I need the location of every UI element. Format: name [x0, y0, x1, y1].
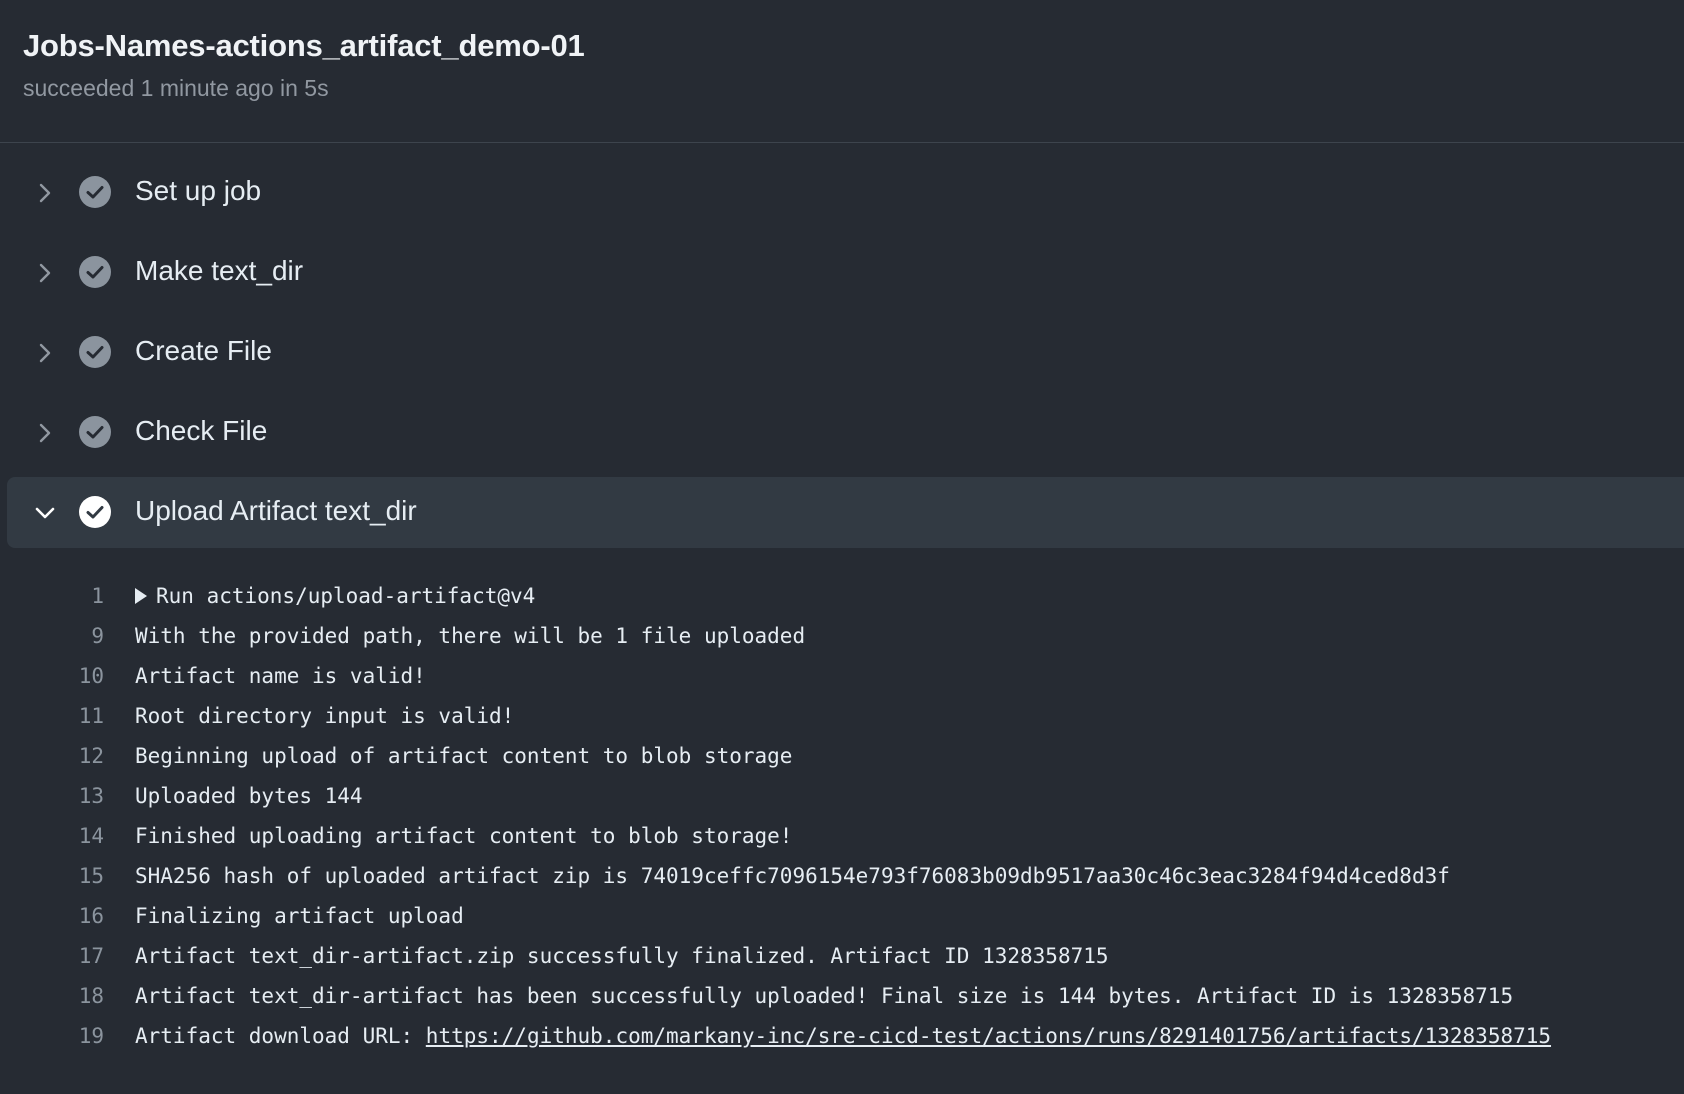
- log-text: Root directory input is valid!: [135, 704, 515, 728]
- chevron-right-icon: [39, 183, 51, 203]
- step-set-up-job[interactable]: Set up job: [7, 157, 1684, 228]
- line-number[interactable]: 11: [0, 696, 104, 736]
- log-line: 16 Finalizing artifact upload: [0, 896, 1684, 936]
- log-line: 9 With the provided path, there will be …: [0, 616, 1684, 656]
- step-create-file[interactable]: Create File: [7, 317, 1684, 388]
- log-line: 15 SHA256 hash of uploaded artifact zip …: [0, 856, 1684, 896]
- line-number[interactable]: 17: [0, 936, 104, 976]
- log-text: Run actions/upload-artifact@v4: [156, 584, 536, 608]
- step-label: Create File: [135, 335, 272, 366]
- log-line: 17 Artifact text_dir-artifact.zip succes…: [0, 936, 1684, 976]
- chevron-down-icon: [35, 507, 55, 519]
- artifact-download-link[interactable]: https://github.com/markany-inc/sre-cicd-…: [426, 1024, 1551, 1048]
- line-number[interactable]: 15: [0, 856, 104, 896]
- log-text: Artifact text_dir-artifact.zip successfu…: [135, 944, 1109, 968]
- line-number[interactable]: 13: [0, 776, 104, 816]
- step-check-file[interactable]: Check File: [7, 397, 1684, 468]
- log-text: Artifact text_dir-artifact has been succ…: [135, 984, 1514, 1008]
- log-line[interactable]: 1 Run actions/upload-artifact@v4: [0, 576, 1684, 616]
- step-label: Upload Artifact text_dir: [135, 495, 417, 526]
- triangle-right-icon: [135, 588, 147, 604]
- log-text-with-link: Artifact download URL: https://github.co…: [135, 1016, 1551, 1056]
- chevron-right-icon: [39, 423, 51, 443]
- log-text: Uploaded bytes 144: [135, 784, 363, 808]
- job-title: Jobs-Names-actions_artifact_demo-01: [23, 28, 585, 63]
- line-number[interactable]: 9: [0, 616, 104, 656]
- step-log-output: 1 Run actions/upload-artifact@v4 9 With …: [0, 576, 1684, 1056]
- line-number[interactable]: 16: [0, 896, 104, 936]
- log-text: Artifact name is valid!: [135, 664, 426, 688]
- log-text: SHA256 hash of uploaded artifact zip is …: [135, 864, 1450, 888]
- check-circle-icon: [79, 256, 111, 288]
- log-line: 18 Artifact text_dir-artifact has been s…: [0, 976, 1684, 1016]
- log-line: 12 Beginning upload of artifact content …: [0, 736, 1684, 776]
- check-circle-icon: [79, 336, 111, 368]
- line-number[interactable]: 14: [0, 816, 104, 856]
- log-line: 11 Root directory input is valid!: [0, 696, 1684, 736]
- log-text: With the provided path, there will be 1 …: [135, 624, 806, 648]
- step-upload-artifact-text-dir[interactable]: Upload Artifact text_dir: [7, 477, 1684, 548]
- log-line: 14 Finished uploading artifact content t…: [0, 816, 1684, 856]
- chevron-right-icon: [39, 343, 51, 363]
- log-text: Finished uploading artifact content to b…: [135, 824, 793, 848]
- line-number[interactable]: 10: [0, 656, 104, 696]
- check-circle-icon: [79, 176, 111, 208]
- check-circle-icon: [79, 496, 111, 528]
- check-circle-icon: [79, 416, 111, 448]
- line-number[interactable]: 12: [0, 736, 104, 776]
- line-number[interactable]: 1: [0, 576, 104, 616]
- log-line: 10 Artifact name is valid!: [0, 656, 1684, 696]
- step-label: Set up job: [135, 175, 262, 206]
- line-number[interactable]: 19: [0, 1016, 104, 1056]
- job-status-subtitle: succeeded 1 minute ago in 5s: [23, 75, 329, 101]
- log-text: Beginning upload of artifact content to …: [135, 744, 793, 768]
- job-header: Jobs-Names-actions_artifact_demo-01 succ…: [0, 0, 1684, 143]
- step-list: Set up job Make text_dir Create File Che…: [0, 157, 1684, 557]
- step-label: Make text_dir: [135, 255, 304, 286]
- log-group-toggle[interactable]: Run actions/upload-artifact@v4: [135, 576, 535, 616]
- log-text: Artifact download URL:: [135, 1024, 426, 1048]
- chevron-right-icon: [39, 263, 51, 283]
- log-line: 19 Artifact download URL: https://github…: [0, 1016, 1684, 1056]
- log-text: Finalizing artifact upload: [135, 904, 464, 928]
- step-make-text-dir[interactable]: Make text_dir: [7, 237, 1684, 308]
- step-label: Check File: [135, 415, 268, 446]
- line-number[interactable]: 18: [0, 976, 104, 1016]
- log-line: 13 Uploaded bytes 144: [0, 776, 1684, 816]
